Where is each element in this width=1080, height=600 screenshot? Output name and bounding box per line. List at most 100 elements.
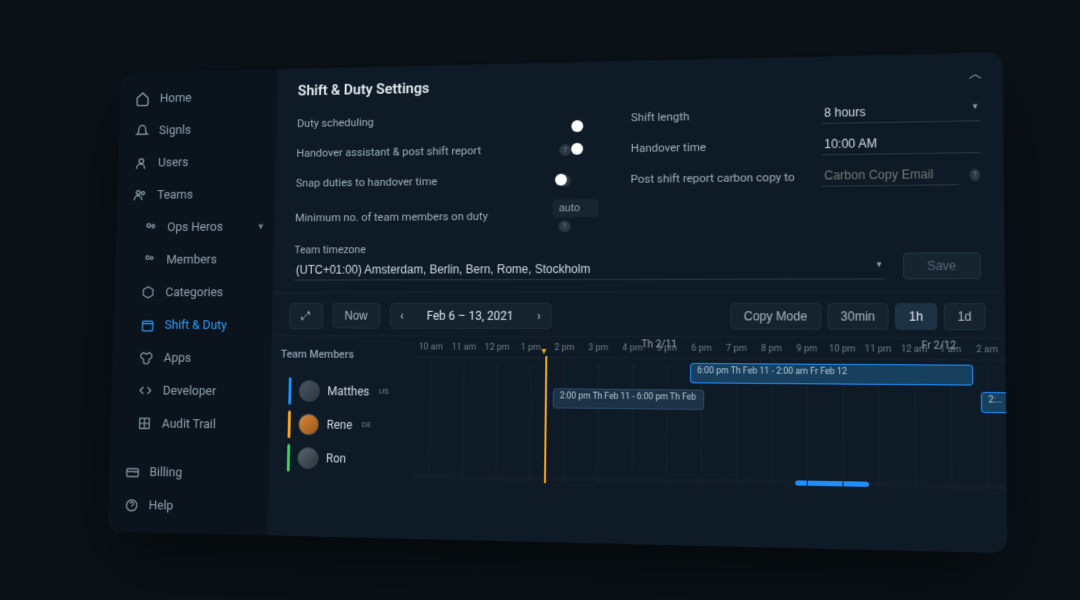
hour-label: 8 pm xyxy=(754,343,789,353)
timeline-toolbar: ⤢ Now ‹ Feb 6 – 13, 2021 › Copy Mode 30m… xyxy=(272,292,1005,337)
hour-label: 10 am xyxy=(414,342,447,352)
nav-billing[interactable]: Billing xyxy=(114,456,269,490)
input-cc-email[interactable] xyxy=(822,164,958,187)
avatar xyxy=(297,447,318,469)
zoom-1h[interactable]: 1h xyxy=(895,303,937,330)
member-row[interactable]: Ron xyxy=(278,440,403,476)
hour-label: 12 pm xyxy=(480,342,513,352)
member-row[interactable]: Rene DE xyxy=(279,407,404,442)
gridline xyxy=(529,361,531,482)
label-handover-assist: Handover assistant & post shift report xyxy=(296,142,535,159)
team-name: Ops Heros xyxy=(167,220,223,235)
avatar xyxy=(299,380,320,402)
users-icon xyxy=(142,219,159,236)
nav-label: Users xyxy=(158,155,189,170)
nav-label: Members xyxy=(166,252,217,267)
hour-label: 11 am xyxy=(447,342,480,352)
help-icon[interactable]: ? xyxy=(559,220,571,232)
hour-label: 2 am xyxy=(969,344,1006,355)
prev-arrow[interactable]: ‹ xyxy=(390,304,413,328)
label-shift-len: Shift length xyxy=(631,107,803,124)
nav-label: Teams xyxy=(157,187,193,202)
sub-members[interactable]: Members xyxy=(120,244,274,275)
next-arrow[interactable]: › xyxy=(527,304,551,328)
nav-label: Categories xyxy=(165,285,223,299)
member-row[interactable]: Matthes US xyxy=(280,374,405,409)
gridline xyxy=(666,362,668,485)
sidebar: Home Signls Users Teams Ops Heros ▼ xyxy=(107,69,277,535)
card-icon xyxy=(124,463,141,481)
zoom-30min[interactable]: 30min xyxy=(827,303,889,330)
sub-developer[interactable]: Developer xyxy=(117,375,271,408)
shift-block[interactable]: 6:00 pm Th Feb 11 - 2:00 am Fr Feb 12 xyxy=(690,362,973,385)
day-label: Th 2/11 xyxy=(641,339,676,350)
hour-labels: 10 am11 am12 pm1 pm2 pm3 pm4 pm5 pm6 pm7… xyxy=(414,342,1005,360)
nav-label: Apps xyxy=(164,351,192,366)
date-range[interactable]: Feb 6 – 13, 2021 xyxy=(413,304,527,328)
user-icon xyxy=(132,154,149,171)
expand-button[interactable]: ⤢ xyxy=(289,302,323,328)
members-header: Team Members xyxy=(281,347,405,360)
gridline xyxy=(462,361,465,481)
nav-home[interactable]: Home xyxy=(125,81,278,114)
boxes-icon xyxy=(138,349,155,366)
sub-audit[interactable]: Audit Trail xyxy=(116,408,271,441)
gridline xyxy=(631,362,633,484)
member-color-bar xyxy=(288,377,291,404)
nav-teams[interactable]: Teams xyxy=(122,178,275,210)
zoom-1d[interactable]: 1d xyxy=(943,303,985,330)
team-selector[interactable]: Ops Heros ▼ xyxy=(121,211,274,243)
save-button[interactable]: Save xyxy=(903,252,981,279)
input-min-members[interactable] xyxy=(553,199,599,217)
timeline-grid[interactable]: Th 2/11 Fr 2/12 10 am11 am12 pm1 pm2 pm3 … xyxy=(411,336,1007,553)
label-handover-time: Handover time xyxy=(631,138,804,155)
help-icon[interactable]: ? xyxy=(559,144,571,156)
sub-apps[interactable]: Apps xyxy=(118,342,272,374)
sub-shift-duty[interactable]: Shift & Duty xyxy=(119,310,273,341)
calendar-icon xyxy=(139,316,156,333)
shift-block[interactable]: 2:00 pm Th Feb 11 - 6:00 pm Th Feb xyxy=(553,388,705,410)
copy-mode-button[interactable]: Copy Mode xyxy=(730,303,820,330)
nav-label: Help xyxy=(148,498,173,513)
member-tag: DE xyxy=(362,420,372,429)
nav-label: Shift & Duty xyxy=(164,318,227,333)
users-icon xyxy=(132,186,149,203)
nav-users[interactable]: Users xyxy=(123,146,276,179)
nav-help[interactable]: Help xyxy=(113,489,268,524)
time-cursor[interactable] xyxy=(544,356,547,483)
sub-categories[interactable]: Categories xyxy=(119,277,273,308)
hour-label: 7 pm xyxy=(719,343,754,353)
nav-signls[interactable]: Signls xyxy=(124,113,277,146)
help-icon[interactable]: ? xyxy=(969,168,980,180)
nav-label: Billing xyxy=(149,465,182,480)
gridline xyxy=(495,361,498,481)
gridline xyxy=(597,362,599,484)
member-name: Matthes xyxy=(327,384,369,398)
gridline xyxy=(563,362,565,483)
users-icon xyxy=(141,251,158,268)
member-name: Rene xyxy=(327,417,353,431)
day-label: Fr 2/12 xyxy=(922,340,957,352)
hour-label: 2 pm xyxy=(547,343,581,353)
member-name: Ron xyxy=(326,451,346,465)
label-snap: Snap duties to handover time xyxy=(296,173,536,190)
hour-label: 11 pm xyxy=(860,344,896,355)
input-handover-time[interactable] xyxy=(822,132,980,156)
bell-icon xyxy=(133,122,150,139)
nav-label: Signls xyxy=(159,123,191,138)
label-timezone: Team timezone xyxy=(294,240,883,256)
hour-label: 9 pm xyxy=(789,344,824,354)
hour-label: 6 pm xyxy=(684,343,719,353)
label-min-members: Minimum no. of team members on duty xyxy=(295,209,535,225)
shift-block[interactable]: 2:00 am xyxy=(981,391,1007,412)
nav-label: Home xyxy=(160,91,192,106)
collapse-panel[interactable]: ︿ xyxy=(969,65,982,83)
tracks[interactable]: 6:00 pm Th Feb 11 - 2:00 am Fr Feb 12 2:0… xyxy=(412,361,1006,491)
home-icon xyxy=(134,90,151,107)
select-shift-length[interactable]: 8 hours xyxy=(822,100,980,124)
now-button[interactable]: Now xyxy=(332,303,380,329)
select-timezone[interactable]: (UTC+01:00) Amsterdam, Berlin, Bern, Rom… xyxy=(294,257,884,280)
settings-panel: ︿ Shift & Duty Settings Duty scheduling … xyxy=(273,52,1005,292)
horizontal-scrollbar[interactable] xyxy=(412,473,1006,489)
avatar xyxy=(298,413,319,435)
